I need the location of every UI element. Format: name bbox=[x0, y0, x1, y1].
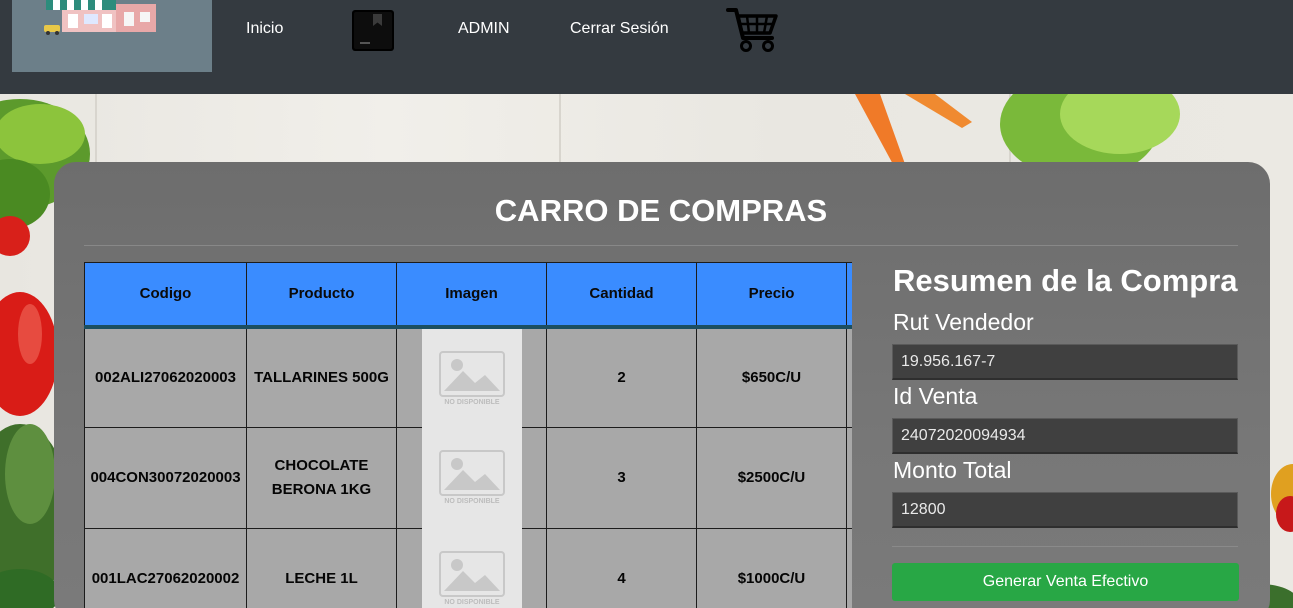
summary-divider bbox=[892, 546, 1238, 547]
table-header-row: Codigo Producto Imagen Cantidad Precio bbox=[84, 262, 852, 327]
table-row: 002ALI27062020003 TALLARINES 500G NO DIS… bbox=[84, 326, 852, 430]
no-image-label: NO DISPONIBLE bbox=[444, 599, 500, 606]
rut-vendedor-label: Rut Vendedor bbox=[893, 309, 1034, 335]
cell-producto: TALLARINES 500G bbox=[246, 326, 397, 428]
cell-extra bbox=[846, 528, 852, 608]
cell-cantidad: 4 bbox=[546, 528, 697, 608]
header-codigo: Codigo bbox=[84, 262, 247, 327]
no-image-label: NO DISPONIBLE bbox=[444, 398, 500, 406]
header-extra bbox=[846, 262, 852, 327]
rut-vendedor-field[interactable] bbox=[892, 344, 1238, 380]
cart-table: Codigo Producto Imagen Cantidad Precio 0… bbox=[84, 262, 852, 608]
image-placeholder-icon bbox=[439, 551, 505, 597]
cell-extra bbox=[846, 326, 852, 428]
image-placeholder-icon bbox=[439, 450, 505, 496]
cell-producto: LECHE 1L bbox=[246, 528, 397, 608]
header-cantidad: Cantidad bbox=[546, 262, 697, 327]
no-image-label: NO DISPONIBLE bbox=[444, 498, 500, 505]
cell-producto: CHOCOLATE BERONA 1KG bbox=[246, 427, 397, 529]
cart-table-container: Codigo Producto Imagen Cantidad Precio 0… bbox=[84, 262, 852, 608]
cell-codigo: 004CON30072020003 bbox=[84, 427, 247, 529]
shopping-cart-icon[interactable] bbox=[726, 6, 780, 54]
nav-logout-link[interactable]: Cerrar Sesión bbox=[570, 20, 669, 38]
cell-cantidad: 2 bbox=[546, 326, 697, 428]
monto-total-label: Monto Total bbox=[893, 457, 1012, 483]
cell-imagen: NO DISPONIBLE bbox=[396, 427, 547, 529]
header-imagen: Imagen bbox=[396, 262, 547, 327]
title-divider bbox=[84, 245, 1238, 246]
store-logo[interactable] bbox=[12, 0, 212, 72]
cell-extra bbox=[846, 427, 852, 529]
id-venta-label: Id Venta bbox=[893, 383, 978, 409]
generar-venta-efectivo-button[interactable]: Generar Venta Efectivo bbox=[892, 563, 1239, 601]
id-venta-field[interactable] bbox=[892, 418, 1238, 454]
cell-precio: $1000C/U bbox=[696, 528, 847, 608]
page-title: CARRO DE COMPRAS bbox=[494, 193, 828, 228]
cell-precio: $650C/U bbox=[696, 326, 847, 428]
cell-codigo: 001LAC27062020002 bbox=[84, 528, 247, 608]
nav-admin-link[interactable]: ADMIN bbox=[458, 20, 510, 38]
image-placeholder-icon bbox=[439, 350, 505, 397]
cell-cantidad: 3 bbox=[546, 427, 697, 529]
navbar: Inicio ADMIN Cerrar Sesión bbox=[0, 0, 1293, 94]
product-image-placeholder: NO DISPONIBLE bbox=[422, 428, 522, 529]
product-image-placeholder: NO DISPONIBLE bbox=[422, 529, 522, 608]
table-row: 001LAC27062020002 LECHE 1L NO DISPONIBLE… bbox=[84, 528, 852, 608]
cell-precio: $2500C/U bbox=[696, 427, 847, 529]
product-image-placeholder: NO DISPONIBLE bbox=[422, 328, 522, 430]
table-row: 004CON30072020003 CHOCOLATE BERONA 1KG N… bbox=[84, 427, 852, 529]
cell-imagen: NO DISPONIBLE bbox=[396, 528, 547, 608]
nav-inicio-link[interactable]: Inicio bbox=[246, 20, 283, 38]
summary-title: Resumen de la Compra bbox=[893, 263, 1238, 298]
cell-imagen: NO DISPONIBLE bbox=[396, 326, 547, 430]
header-precio: Precio bbox=[696, 262, 847, 327]
bookmark-icon[interactable] bbox=[352, 10, 394, 52]
header-producto: Producto bbox=[246, 262, 397, 327]
cell-codigo: 002ALI27062020003 bbox=[84, 326, 247, 428]
monto-total-field[interactable] bbox=[892, 492, 1238, 528]
